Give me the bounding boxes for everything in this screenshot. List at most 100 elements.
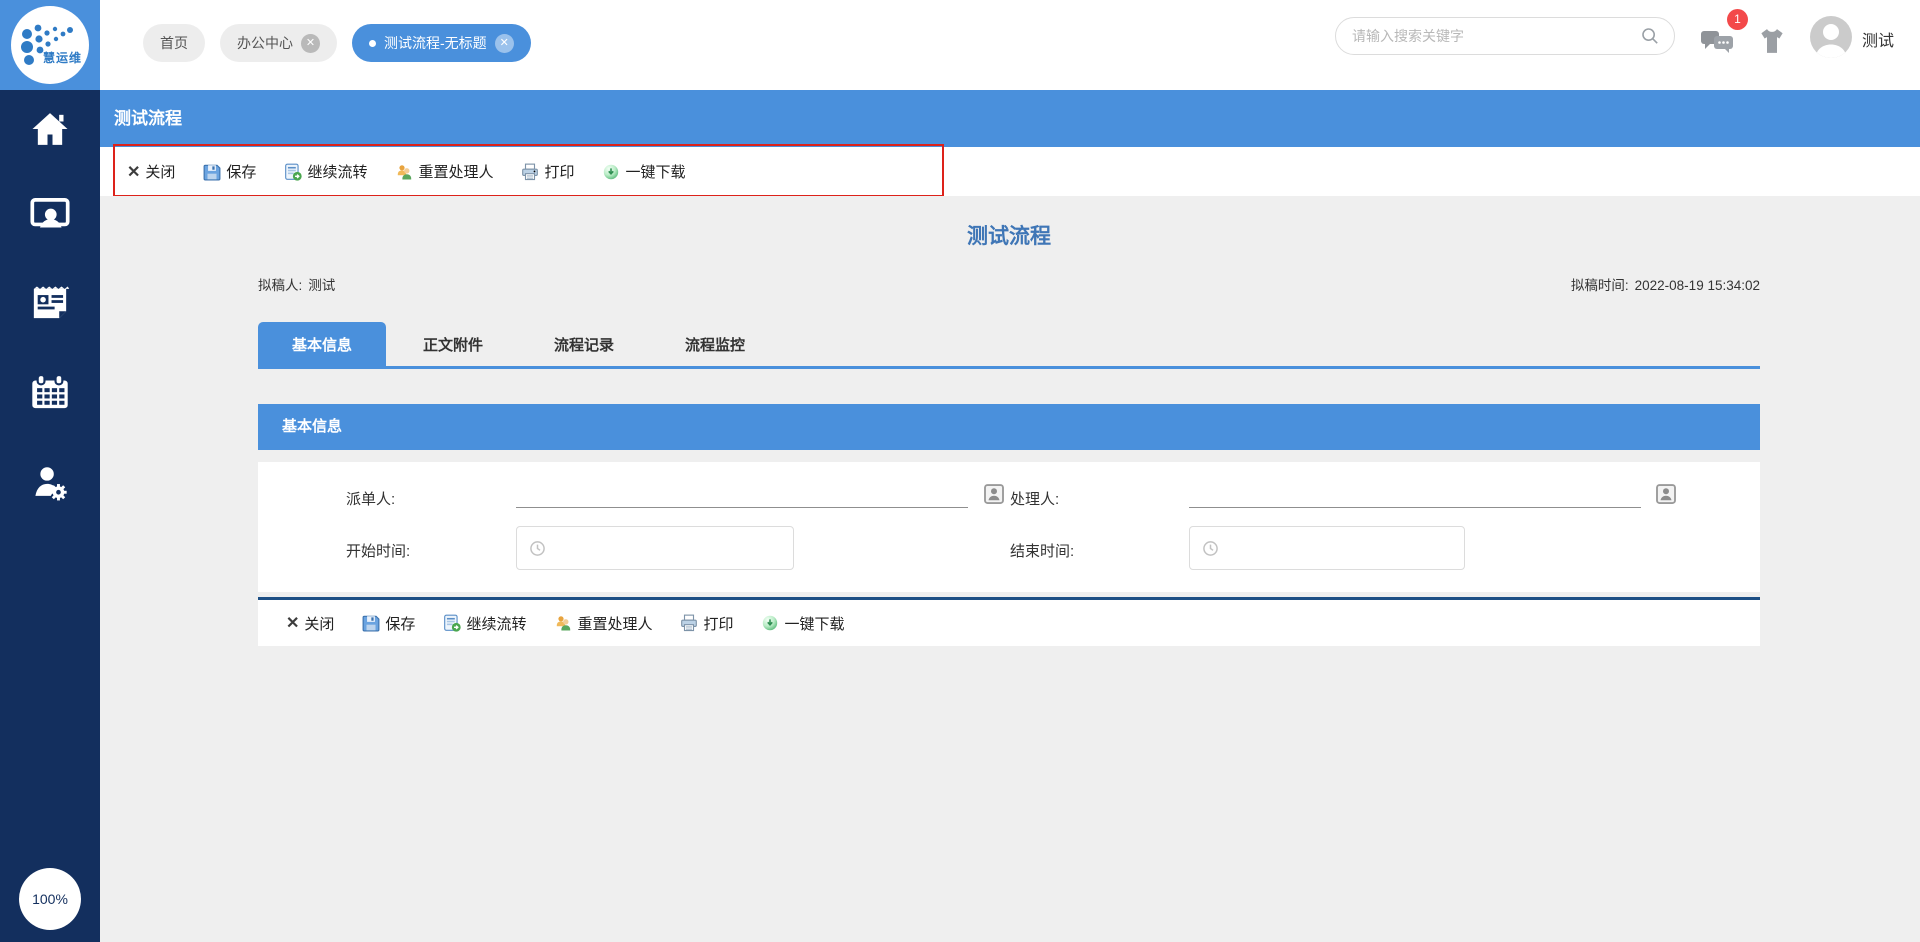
reset-handler-button[interactable]: 重置处理人 <box>554 613 652 634</box>
user-name[interactable]: 测试 <box>1862 27 1894 51</box>
sidebar-item-home[interactable] <box>28 107 72 151</box>
handler-picker-button[interactable] <box>1656 484 1676 504</box>
start-time-input[interactable] <box>554 540 793 556</box>
clock-icon <box>1203 540 1218 556</box>
drafter-label: 拟稿人: <box>258 278 303 293</box>
start-time-label: 开始时间: <box>346 543 411 560</box>
drafter-info: 拟稿人: 测试 <box>258 274 335 294</box>
sidebar-item-calendar[interactable] <box>28 370 72 414</box>
handler-label: 处理人: <box>1010 491 1060 508</box>
theme-button[interactable] <box>1757 27 1787 60</box>
print-button[interactable]: 打印 <box>521 161 574 182</box>
close-button[interactable]: ✕ 关闭 <box>286 613 334 634</box>
top-action-toolbar: ✕ 关闭 保存 继续流转 重置处理人 打印 一键下载 <box>100 144 1920 197</box>
button-label: 继续流转 <box>466 615 527 633</box>
tab-label: 首页 <box>160 35 188 51</box>
end-time-input[interactable] <box>1227 540 1464 556</box>
sidebar-item-news[interactable] <box>28 280 72 324</box>
user-avatar[interactable] <box>1810 16 1852 58</box>
close-button[interactable]: ✕ 关闭 <box>127 161 175 182</box>
notification-badge: 1 <box>1727 9 1748 30</box>
save-icon <box>362 615 380 632</box>
calendar-icon <box>32 374 68 409</box>
page-title-bar: 测试流程 <box>100 90 1920 147</box>
reset-handler-icon <box>557 616 571 631</box>
print-icon <box>522 163 539 180</box>
one-click-download-button[interactable]: 一键下载 <box>602 161 686 182</box>
close-x-icon: ✕ <box>127 163 141 181</box>
print-button[interactable]: 打印 <box>680 613 733 634</box>
button-label: 重置处理人 <box>577 615 653 633</box>
close-x-icon: ✕ <box>286 615 300 632</box>
clock-icon <box>530 540 545 556</box>
button-label: 保存 <box>226 164 257 181</box>
draft-time-label: 拟稿时间: <box>1570 278 1629 293</box>
section-header: 基本信息 <box>258 404 1760 450</box>
form-title: 测试流程 <box>967 225 1051 248</box>
dispatcher-input[interactable] <box>516 474 968 508</box>
continue-flow-button[interactable]: 继续流转 <box>443 613 526 634</box>
meta-row: 拟稿人: 测试 拟稿时间: 2022-08-19 15:34:02 <box>258 274 1760 294</box>
content-area: 测试流程 拟稿人: 测试 拟稿时间: 2022-08-19 15:34:02 基本信… <box>100 196 1920 942</box>
zoom-level-button[interactable]: 100% <box>19 868 81 930</box>
download-icon <box>604 164 619 179</box>
download-icon <box>763 615 778 631</box>
sidebar-item-workspace[interactable] <box>28 194 72 238</box>
left-sidebar: 100% <box>0 90 100 942</box>
search-icon[interactable] <box>1640 26 1660 46</box>
breadcrumb: 首页 办公中心 ✕ 测试流程-无标题 ✕ <box>143 24 531 62</box>
messages-button[interactable] <box>1700 28 1734 61</box>
one-click-download-button[interactable]: 一键下载 <box>761 613 845 634</box>
shirt-icon <box>1761 29 1783 53</box>
tab-flow-records[interactable]: 流程记录 <box>520 322 648 366</box>
button-label: 重置处理人 <box>418 164 494 181</box>
search-input[interactable] <box>1352 28 1640 44</box>
user-gear-icon <box>35 467 67 501</box>
monitor-user-icon <box>30 198 70 228</box>
tab-attachments[interactable]: 正文附件 <box>389 322 517 366</box>
person-picker-icon <box>1656 484 1676 504</box>
drafter-value: 测试 <box>308 278 336 293</box>
button-label: 打印 <box>544 164 575 181</box>
app-logo[interactable]: 慧运维 <box>0 0 100 90</box>
button-label: 一键下载 <box>625 164 686 181</box>
top-bar: 慧运维 首页 办公中心 ✕ 测试流程-无标题 ✕ 1 <box>0 0 1920 90</box>
tab-basic-info[interactable]: 基本信息 <box>258 322 386 366</box>
button-label: 继续流转 <box>307 164 368 181</box>
continue-flow-button[interactable]: 继续流转 <box>284 161 367 182</box>
newspaper-icon <box>33 286 70 319</box>
breadcrumb-tab-office-center[interactable]: 办公中心 ✕ <box>220 24 337 62</box>
bottom-action-toolbar: ✕ 关闭 保存 继续流转 重置处理人 打印 一键下载 <box>258 600 1760 646</box>
detail-tabbar: 基本信息 正文附件 流程记录 流程监控 <box>258 322 1760 369</box>
button-label: 保存 <box>385 615 416 633</box>
close-icon[interactable]: ✕ <box>301 33 320 53</box>
dispatcher-picker-button[interactable] <box>984 484 1004 504</box>
person-picker-icon <box>984 484 1004 504</box>
breadcrumb-tab-test-flow[interactable]: 测试流程-无标题 ✕ <box>352 24 531 62</box>
continue-flow-icon <box>444 614 462 632</box>
reset-handler-button[interactable]: 重置处理人 <box>395 161 493 182</box>
sidebar-item-user-admin[interactable] <box>28 460 72 504</box>
tab-label: 办公中心 <box>237 35 293 51</box>
tab-flow-monitor[interactable]: 流程监控 <box>651 322 779 366</box>
continue-flow-icon <box>285 163 303 181</box>
basic-info-form: 派单人: 处理人: 开始时间: 结束时间: <box>258 462 1760 592</box>
person-silhouette-icon <box>1815 24 1847 58</box>
draft-time-info: 拟稿时间: 2022-08-19 15:34:02 <box>1571 274 1760 294</box>
end-time-field <box>1189 526 1465 570</box>
breadcrumb-tab-home[interactable]: 首页 <box>143 24 205 62</box>
tab-label: 测试流程-无标题 <box>384 35 487 51</box>
start-time-field <box>516 526 794 570</box>
save-button[interactable]: 保存 <box>203 161 256 182</box>
save-button[interactable]: 保存 <box>362 613 415 634</box>
handler-input[interactable] <box>1189 474 1641 508</box>
reset-handler-icon <box>398 164 412 179</box>
active-dot-icon <box>369 39 376 47</box>
home-icon <box>32 113 68 145</box>
draft-time-value: 2022-08-19 15:34:02 <box>1634 278 1760 293</box>
close-icon[interactable]: ✕ <box>494 33 514 53</box>
end-time-label: 结束时间: <box>1010 543 1075 560</box>
dispatcher-label: 派单人: <box>346 491 396 508</box>
button-label: 关闭 <box>145 164 176 181</box>
global-search <box>1335 17 1675 55</box>
